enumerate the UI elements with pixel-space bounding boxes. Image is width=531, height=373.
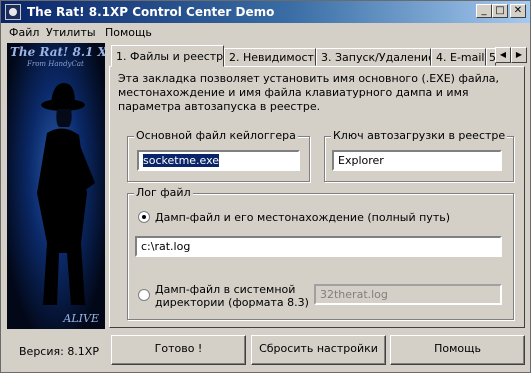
tab-files-registry[interactable]: 1. Файлы и реестр: [111, 45, 224, 67]
log-path-input[interactable]: c:\rat.log: [135, 236, 502, 257]
keylogger-group-label: Основной файл кейлоггера: [134, 129, 298, 142]
tab-scroll-left-button[interactable]: ◀: [495, 47, 511, 63]
title-bar[interactable]: The Rat! 8.1XP Control Center Demo _ □ ✕: [1, 1, 530, 23]
dump-full-path-radio[interactable]: [138, 211, 150, 223]
menu-file[interactable]: Файл: [9, 26, 39, 39]
minimize-button[interactable]: _: [476, 4, 492, 18]
close-button[interactable]: ✕: [510, 4, 526, 18]
dump-system-dir-label-line2[interactable]: директории (формата 8.3): [155, 296, 309, 309]
figure-silhouette-icon: [37, 83, 95, 305]
app-icon: [5, 4, 21, 20]
done-button[interactable]: Готово !: [111, 335, 246, 365]
registry-key-value: Explorer: [338, 154, 384, 167]
system-dir-file-value: 32therat.log: [320, 288, 388, 301]
keylogger-file-input[interactable]: socketme.exe: [137, 150, 300, 171]
dump-full-path-label[interactable]: Дамп-файл и его местонахождение (полный …: [155, 211, 450, 224]
registry-key-input[interactable]: Explorer: [332, 150, 502, 171]
help-button[interactable]: Помощь: [390, 335, 525, 365]
dump-system-dir-label-line1[interactable]: Дамп-файл в системной: [155, 283, 295, 296]
tab-email[interactable]: 4. E-mail: [431, 48, 486, 66]
dump-system-dir-radio[interactable]: [138, 289, 150, 301]
sidebar-logo-image: The Rat! 8.1 XP From HandyCat ALIVE: [7, 43, 105, 329]
main-window: The Rat! 8.1XP Control Center Demo _ □ ✕…: [0, 0, 531, 373]
log-group-label: Лог файл: [134, 186, 193, 199]
registry-group-label: Ключ автозагрузки в реестре: [331, 129, 508, 142]
reset-settings-button[interactable]: Сбросить настройки: [251, 335, 386, 365]
maximize-button[interactable]: □: [492, 4, 508, 18]
window-title: The Rat! 8.1XP Control Center Demo: [27, 5, 275, 19]
menu-utilities[interactable]: Утилиты: [46, 26, 96, 39]
tab-scroll-right-button[interactable]: ▶: [511, 47, 527, 63]
tab-strip: 1. Файлы и реестр 2. Невидимость 3. Запу…: [109, 45, 527, 67]
intro-text: Эта закладка позволяет установить имя ос…: [118, 72, 500, 113]
system-dir-file-input[interactable]: 32therat.log: [314, 284, 502, 305]
menu-bar: Файл Утилиты Помощь: [1, 23, 530, 42]
tab-startup-removal[interactable]: 3. Запуск/Удаление: [316, 48, 431, 66]
keylogger-file-value: socketme.exe: [143, 154, 220, 167]
alive-badge: ALIVE: [63, 312, 99, 325]
tab-invisibility[interactable]: 2. Невидимость: [224, 48, 316, 66]
log-path-value: c:\rat.log: [141, 240, 191, 253]
version-label: Версия: 8.1XP: [19, 345, 99, 358]
menu-help[interactable]: Помощь: [105, 26, 152, 39]
